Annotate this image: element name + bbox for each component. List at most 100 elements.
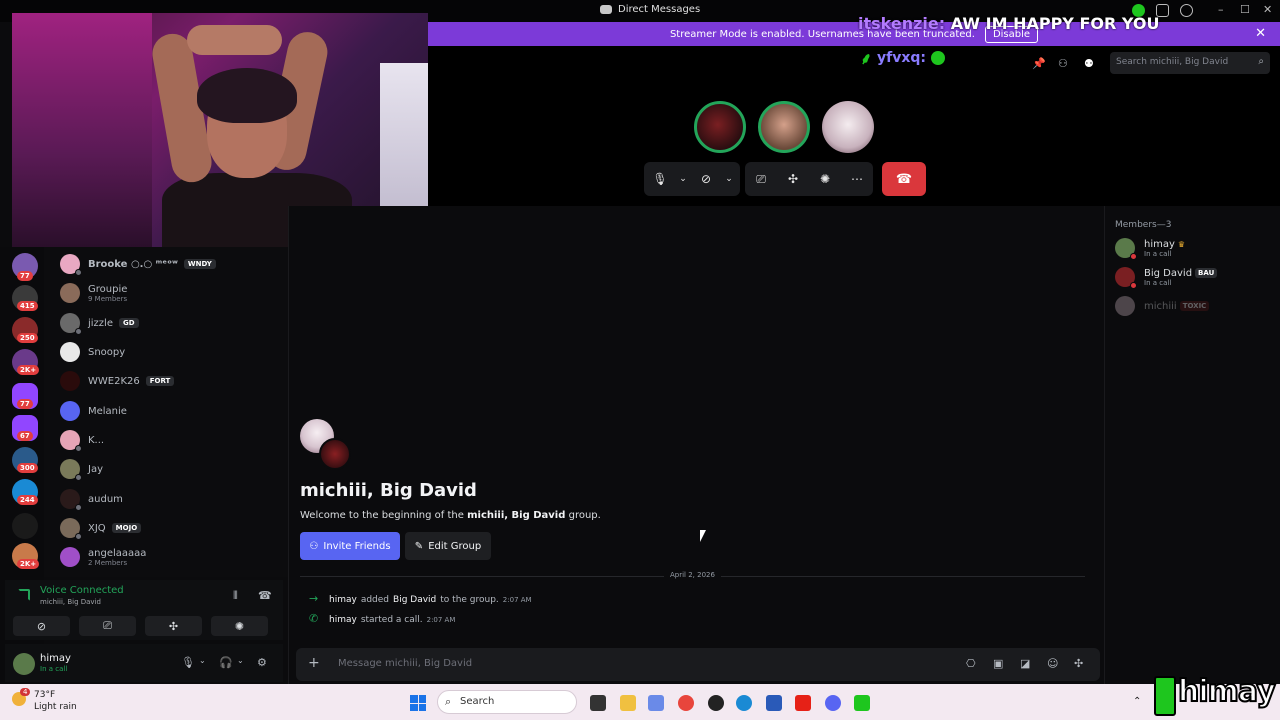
camera-off-icon[interactable]: ⊘ [690, 172, 722, 186]
camera-options-chevron-icon[interactable]: ⌄ [722, 174, 736, 184]
server-badge: 77 [17, 399, 33, 409]
copilot-icon[interactable] [648, 695, 664, 711]
guild-tag: BAU [1195, 268, 1218, 278]
search-placeholder: Search michiii, Big David [1116, 57, 1229, 67]
edge-icon[interactable] [736, 695, 752, 711]
message-target[interactable]: Big David [393, 595, 436, 605]
emoji-icon[interactable]: ☺ [1047, 657, 1058, 670]
user-name[interactable]: himay [40, 653, 71, 664]
member-item[interactable]: michiii TOXIC [1115, 292, 1210, 320]
guild-tag: WNDY [183, 259, 216, 269]
dm-name: Groupie [88, 283, 128, 295]
avatar [60, 430, 82, 452]
noise-suppression-icon[interactable]: ⦀ [233, 589, 238, 603]
dm-item[interactable]: XJQ MOJO [60, 514, 142, 542]
dm-item[interactable]: Groupie 9 Members [60, 279, 127, 307]
attach-plus-icon[interactable]: + [308, 655, 320, 671]
tray-chevron-icon[interactable]: ⌃ [1133, 696, 1141, 707]
weather-badge: 4 [20, 688, 31, 696]
member-list-icon[interactable]: ⚉ [1084, 57, 1094, 70]
dm-item[interactable]: angelaaaaa 2 Members [60, 543, 146, 571]
member-item[interactable]: himay ♛ In a call [1115, 234, 1185, 262]
invite-friends-button[interactable]: ⚇ Invite Friends [300, 532, 400, 560]
chat-username-2: yfvxq: [877, 50, 927, 66]
message-actor[interactable]: himay [329, 615, 357, 625]
mic-options-chevron-icon[interactable]: ⌄ [676, 174, 690, 184]
pin-icon[interactable]: 📌 [1032, 57, 1046, 70]
edit-group-button[interactable]: ✎ Edit Group [405, 532, 491, 560]
activities-icon[interactable]: ✣ [777, 172, 809, 186]
maximize-icon[interactable]: ☐ [1240, 3, 1250, 16]
dm-item[interactable]: WWE2K26 FORT [60, 367, 175, 395]
system-message: ✆ himay started a call. 2:07 AM [309, 612, 455, 625]
dm-item[interactable]: jizzle GD [60, 309, 139, 337]
members-panel: Members—3 himay ♛ In a call Big David BA… [1104, 206, 1280, 684]
more-options-icon[interactable]: ⋯ [841, 172, 873, 186]
dm-name: Jay [88, 463, 103, 475]
task-view-icon[interactable] [590, 695, 606, 711]
call-avatar-himay[interactable] [758, 101, 810, 153]
member-item[interactable]: Big David BAU In a call [1115, 263, 1218, 291]
discord-taskbar-icon[interactable] [825, 695, 841, 711]
kick-icon[interactable] [854, 695, 870, 711]
start-button[interactable] [410, 695, 426, 711]
microphone-icon[interactable]: 🎙 [181, 656, 195, 669]
video-toggle-button[interactable]: ⊘ [13, 616, 70, 636]
dm-item[interactable]: Jay [60, 455, 103, 483]
add-friend-icon[interactable]: ⚇ [1058, 57, 1068, 70]
avatar [60, 547, 80, 567]
help-icon[interactable] [1180, 4, 1193, 17]
disconnect-call-button[interactable]: ☎ [882, 162, 926, 196]
apps-icon[interactable]: ✣ [1074, 657, 1083, 670]
server-icon[interactable] [12, 513, 38, 539]
youtube-icon[interactable] [795, 695, 811, 711]
dm-item[interactable]: Snoopy [60, 338, 125, 366]
message-timestamp: 2:07 AM [502, 596, 532, 604]
screen-share-icon[interactable]: ⎚ [745, 172, 777, 187]
close-window-icon[interactable]: ✕ [1263, 3, 1272, 16]
chrome-icon[interactable] [678, 695, 694, 711]
sticker-icon[interactable]: ◪ [1020, 657, 1030, 670]
headphones-icon[interactable]: 🎧 [219, 656, 233, 669]
server-badge: 67 [17, 431, 33, 441]
avatar [1115, 296, 1135, 316]
minimize-icon[interactable]: – [1218, 3, 1224, 16]
search-input[interactable]: Search michiii, Big David ⌕ [1110, 52, 1270, 74]
dm-item[interactable]: K... [60, 426, 104, 454]
screen-share-button[interactable]: ⎚ [79, 616, 136, 636]
member-text: Big David BAU In a call [1144, 267, 1218, 287]
arrow-right-icon: → [309, 592, 319, 605]
call-avatar-big-david[interactable] [694, 101, 746, 153]
call-avatar-michiii[interactable] [822, 101, 874, 153]
file-explorer-icon[interactable] [620, 695, 636, 711]
obs-icon[interactable] [708, 695, 724, 711]
store-icon[interactable] [766, 695, 782, 711]
status-indicator [75, 533, 82, 540]
settings-gear-icon[interactable]: ⚙ [257, 656, 267, 669]
member-name: Big David [1144, 267, 1193, 279]
mic-chevron-icon[interactable]: ⌄ [199, 656, 206, 665]
activities-button[interactable]: ✣ [145, 616, 202, 636]
soundboard-button[interactable]: ✺ [211, 616, 268, 636]
status-indicator [1130, 282, 1137, 289]
dm-item[interactable]: audum [60, 485, 123, 513]
gif-icon[interactable]: ▣ [993, 657, 1003, 670]
close-banner-icon[interactable]: ✕ [1255, 26, 1266, 41]
avatar [60, 254, 82, 276]
soundboard-icon[interactable]: ✺ [809, 172, 841, 186]
dm-item[interactable]: Brooke ○.○ ᵐᵉᵒʷ WNDY [60, 250, 216, 278]
disconnect-icon[interactable]: ☎ [258, 589, 272, 602]
avatar [60, 313, 82, 335]
dm-item[interactable]: Melanie [60, 397, 127, 425]
taskbar-search[interactable]: ⌕ Search [437, 690, 577, 714]
message-actor[interactable]: himay [329, 595, 357, 605]
audio-chevron-icon[interactable]: ⌄ [237, 656, 244, 665]
microphone-icon[interactable]: 🎙 [644, 172, 676, 186]
message-composer[interactable]: + Message michiii, Big David ⎔ ▣ ◪ ☺ ✣ [296, 648, 1100, 681]
user-avatar[interactable] [13, 653, 35, 675]
gift-icon[interactable]: ⎔ [966, 657, 976, 670]
voice-status[interactable]: Voice Connected [40, 585, 124, 596]
voice-channel[interactable]: michiii, Big David [40, 598, 101, 606]
signal-icon[interactable] [18, 589, 30, 601]
member-text: michiii TOXIC [1144, 301, 1210, 312]
